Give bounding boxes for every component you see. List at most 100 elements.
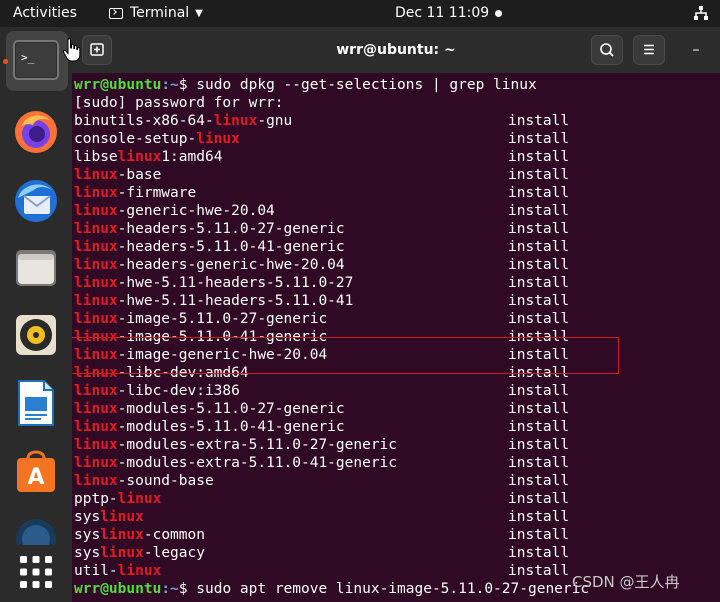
package-name-suffix: -hwe-5.11-headers-5.11.0-27	[117, 275, 354, 291]
package-row: linux-modules-extra-5.11.0-41-generic ins…	[74, 454, 569, 472]
package-name-match: linux	[100, 527, 144, 543]
minimize-icon: –	[692, 42, 700, 58]
package-row: linux-generic-hwe-20.04 install	[74, 202, 569, 220]
clock[interactable]: Dec 11 11:09	[395, 0, 489, 27]
package-name-match: linux	[117, 149, 162, 165]
command-text: sudo apt remove linux-image-5.11.0-27-ge…	[196, 581, 590, 597]
package-name-match: linux	[100, 509, 144, 525]
package-name-match: linux	[74, 473, 118, 489]
package-row: util-linux install	[74, 562, 569, 580]
terminal-content[interactable]: wrr@ubuntu:~$ sudo dpkg --get-selections…	[72, 73, 720, 602]
watermark: CSDN @王人冉	[572, 573, 680, 591]
package-name-match: linux	[100, 545, 144, 561]
package-status: install	[508, 167, 570, 183]
package-name-match: linux	[196, 131, 240, 147]
package-name-prefix: libse	[74, 149, 118, 165]
package-row: binutils-x86-64-linux-gnu install	[74, 112, 569, 130]
package-status: install	[508, 293, 570, 309]
dock: >_ A	[0, 27, 72, 602]
minimize-button[interactable]: –	[684, 27, 708, 73]
package-name-suffix: -gnu	[257, 113, 293, 129]
package-row: linux-headers-5.11.0-27-generic install	[74, 220, 569, 238]
package-name-suffix: -headers-5.11.0-27-generic	[117, 221, 345, 237]
package-status: install	[508, 113, 570, 129]
dock-item-writer[interactable]	[0, 370, 72, 436]
package-name-prefix: sys	[74, 527, 101, 543]
package-row: pptp-linux install	[74, 490, 569, 508]
package-row: syslinux install	[74, 508, 569, 526]
package-name-match: linux	[74, 257, 118, 273]
dock-item-files[interactable]	[0, 235, 72, 301]
package-name-match: linux	[74, 311, 118, 327]
package-status: install	[508, 563, 570, 579]
hamburger-icon	[644, 44, 654, 55]
package-row: linux-sound-base install	[74, 472, 569, 490]
package-name-prefix: binutils-x86-64-	[74, 113, 214, 129]
package-row: linux-modules-5.11.0-41-generic install	[74, 418, 569, 436]
show-apps-icon	[20, 556, 52, 588]
package-row: linux-base install	[74, 166, 569, 184]
dock-item-thunderbird[interactable]	[0, 168, 72, 234]
package-name-match: linux	[74, 383, 118, 399]
package-row: console-setup-linux install	[74, 130, 569, 148]
package-name-match: linux	[117, 563, 162, 579]
command-line-2: wrr@ubuntu:~$ sudo apt remove linux-imag…	[74, 580, 589, 598]
package-name-suffix: -headers-generic-hwe-20.04	[117, 257, 345, 273]
package-row: syslinux-legacy install	[74, 544, 569, 562]
package-status: install	[508, 545, 570, 561]
show-applications-button[interactable]	[0, 547, 72, 597]
search-button[interactable]	[591, 35, 623, 65]
package-row: linux-hwe-5.11-headers-5.11.0-41 install	[74, 292, 569, 310]
notification-dot-icon	[495, 10, 502, 17]
package-status: install	[508, 491, 570, 507]
package-name-suffix: -headers-5.11.0-41-generic	[117, 239, 345, 255]
package-name-suffix: -image-5.11.0-27-generic	[117, 311, 328, 327]
network-icon[interactable]	[693, 5, 709, 21]
top-bar: Activities Terminal ▼ Dec 11 11:09	[0, 0, 720, 27]
running-indicator	[3, 59, 8, 64]
package-name-suffix: -modules-5.11.0-41-generic	[117, 419, 345, 435]
package-name-prefix: sys	[74, 509, 101, 525]
package-name-suffix: -common	[143, 527, 205, 543]
package-name-suffix: -libc-dev:i386	[117, 383, 240, 399]
app-menu-label: Terminal	[130, 5, 190, 21]
package-name-match: linux	[117, 491, 162, 507]
package-name-match: linux	[74, 203, 118, 219]
dock-item-partial[interactable]	[0, 505, 72, 545]
package-row: linux-modules-extra-5.11.0-27-generic ins…	[74, 436, 569, 454]
dock-item-rhythmbox[interactable]	[0, 302, 72, 368]
prompt-path: :~	[161, 581, 179, 597]
activities-button[interactable]: Activities	[13, 0, 77, 27]
package-row: linux-hwe-5.11-headers-5.11.0-27 install	[74, 274, 569, 292]
package-row: linux-libc-dev:i386 install	[74, 382, 569, 400]
package-status: install	[508, 419, 570, 435]
package-name-match: linux	[74, 437, 118, 453]
command-text: sudo dpkg --get-selections | grep linux	[196, 77, 537, 93]
package-name-match: linux	[74, 167, 118, 183]
package-status: install	[508, 383, 570, 399]
package-name-match: linux	[74, 221, 118, 237]
dock-item-software[interactable]: A	[0, 438, 72, 504]
dock-item-firefox[interactable]	[0, 99, 72, 165]
command-line-1: wrr@ubuntu:~$ sudo dpkg --get-selections…	[74, 76, 537, 94]
package-name-prefix: util-	[74, 563, 118, 579]
package-name-match: linux	[74, 419, 118, 435]
search-icon	[600, 43, 614, 57]
package-status: install	[508, 275, 570, 291]
package-name-match: linux	[74, 455, 118, 471]
files-icon	[16, 250, 56, 286]
package-name-prefix: sys	[74, 545, 101, 561]
package-status: install	[508, 509, 570, 525]
package-row: linux-firmware install	[74, 184, 569, 202]
package-status: install	[508, 257, 570, 273]
package-name-match: linux	[74, 275, 118, 291]
package-name-match: linux	[74, 185, 118, 201]
hamburger-menu-button[interactable]	[633, 35, 665, 65]
package-status: install	[508, 131, 570, 147]
rhythmbox-icon	[16, 315, 56, 355]
package-status: install	[508, 455, 570, 471]
package-name-suffix: -modules-extra-5.11.0-41-generic	[117, 455, 398, 471]
package-row: linux-headers-generic-hwe-20.04 install	[74, 256, 569, 274]
app-menu[interactable]: Terminal ▼	[109, 0, 203, 27]
package-status: install	[508, 203, 570, 219]
